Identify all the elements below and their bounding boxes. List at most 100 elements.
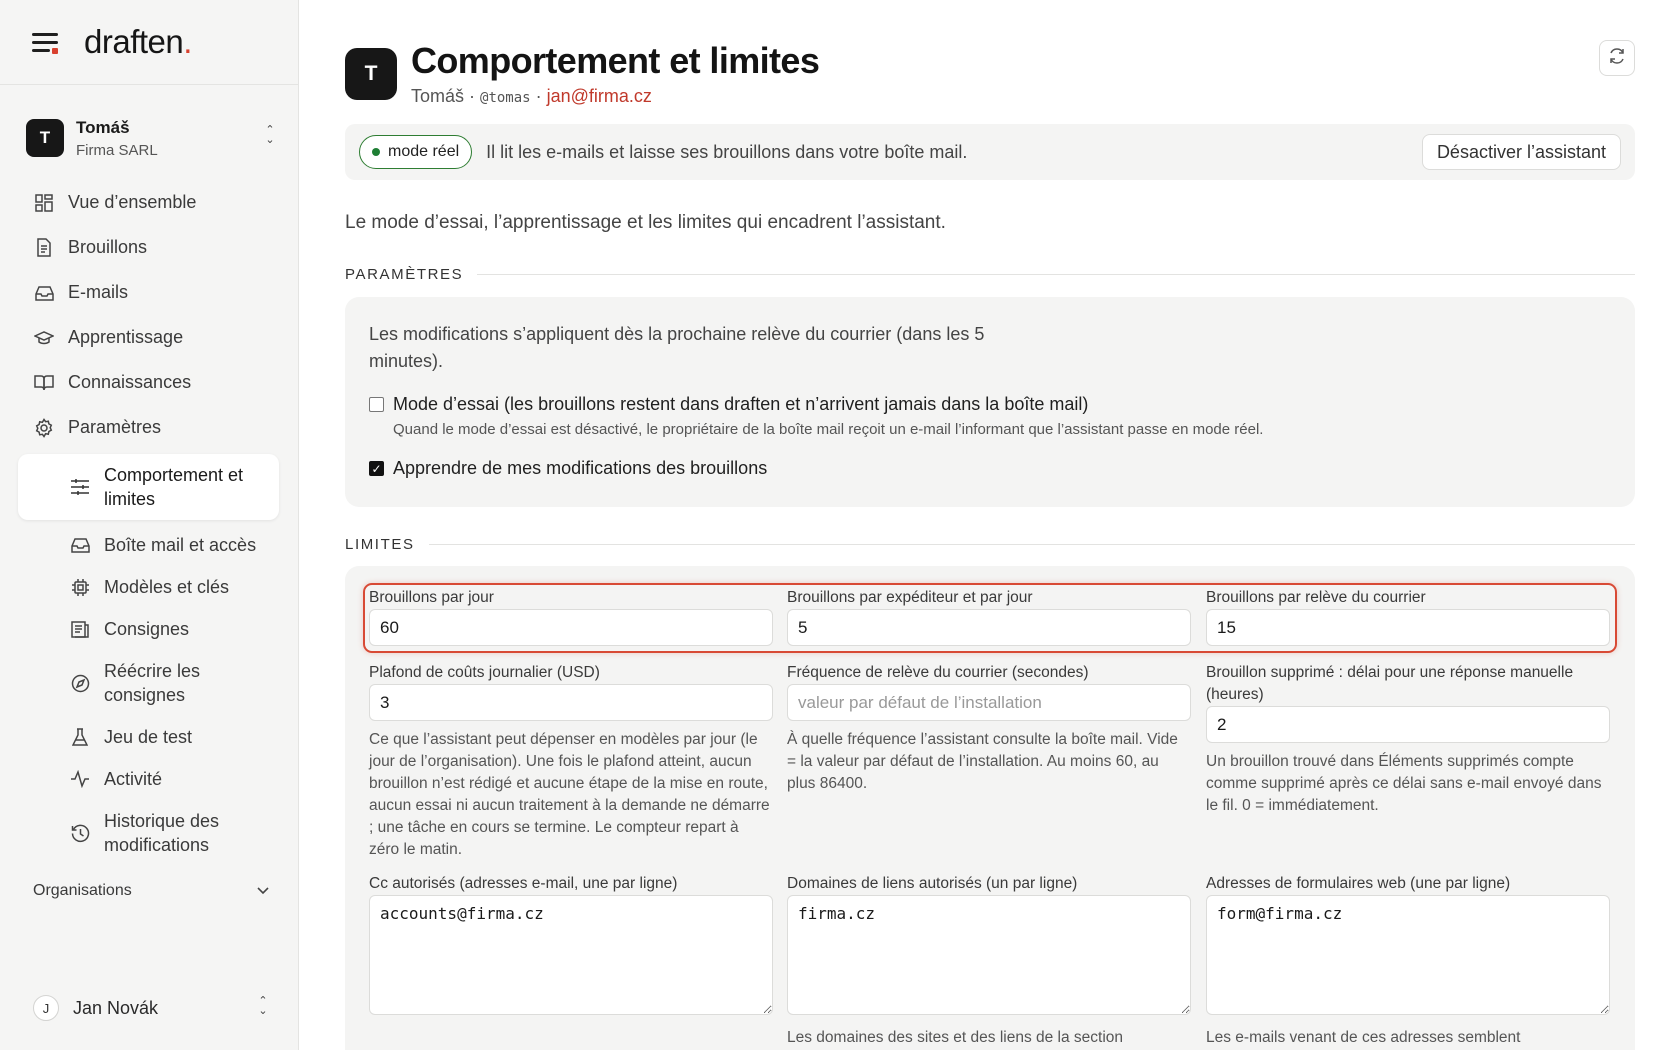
field-label: Fréquence de relève du courrier (seconde… (787, 664, 1089, 681)
mailbox-email-link[interactable]: jan@firma.cz (547, 86, 652, 106)
inbox-icon (70, 535, 90, 555)
allowed-link-domains-textarea[interactable]: firma.cz (787, 895, 1191, 1015)
field-help: À quelle fréquence l’assistant consulte … (787, 731, 1178, 792)
drafts-per-day-input[interactable] (369, 609, 773, 646)
field-help: Ce que l’assistant peut dépenser en modè… (369, 731, 770, 858)
fetch-frequency-input[interactable] (787, 684, 1191, 721)
sliders-icon (70, 477, 90, 497)
trial-mode-checkbox[interactable] (369, 397, 384, 412)
subnav-label: Activité (104, 769, 163, 789)
document-icon (34, 238, 54, 258)
allowed-link-domains-field: Domaines de liens autorisés (un par lign… (787, 873, 1191, 1049)
field-label: Brouillons par jour (369, 589, 494, 606)
web-form-addresses-textarea[interactable]: form@firma.cz (1206, 895, 1610, 1015)
status-badge: mode réel (359, 135, 473, 169)
divider (428, 544, 1635, 545)
nav-label: E-mails (68, 282, 129, 302)
nav-item-knowledge[interactable]: Connaissances (0, 360, 299, 405)
subnav-item-behavior-limits[interactable]: Comportement et limites (18, 454, 279, 520)
daily-cost-cap-input[interactable] (369, 684, 773, 721)
field-label: Plafond de coûts journalier (USD) (369, 664, 600, 681)
separator: · (464, 86, 481, 106)
status-message: Il lit les e-mails et laisse ses brouill… (486, 141, 968, 162)
subnav-item-models-keys[interactable]: Modèles et clés (0, 566, 299, 608)
drafts-per-fetch-input[interactable] (1206, 609, 1610, 646)
brand-bar: draften. (0, 0, 298, 85)
account-company: Firma SARL (76, 141, 158, 159)
learn-edits-label[interactable]: Apprendre de mes modifications des broui… (393, 458, 767, 479)
chevron-down-icon (257, 882, 269, 900)
subnav-item-activity[interactable]: Activité (0, 758, 299, 800)
field-help: Un brouillon trouvé dans Éléments suppri… (1206, 753, 1602, 814)
trial-mode-hint: Quand le mode d’essai est désactivé, le … (393, 421, 1264, 438)
drafts-per-sender-input[interactable] (787, 609, 1191, 646)
status-badge-label: mode réel (388, 143, 460, 160)
web-form-addresses-field: Adresses de formulaires web (une par lig… (1206, 873, 1610, 1049)
brand-logo[interactable]: draften. (84, 23, 192, 61)
limits-section-heading: LIMITES (345, 536, 1635, 553)
refresh-button[interactable] (1599, 40, 1635, 76)
subnav-label: Consignes (104, 619, 190, 639)
account-switcher[interactable]: T Tomáš Firma SARL ⌃ ⌄ (26, 113, 276, 163)
nav-item-settings[interactable]: Paramètres (0, 405, 299, 450)
nav-item-drafts[interactable]: Brouillons (0, 225, 299, 270)
nav-label: Vue d’ensemble (68, 192, 197, 212)
nav-item-emails[interactable]: E-mails (0, 270, 299, 315)
nav-item-learning[interactable]: Apprentissage (0, 315, 299, 360)
history-icon (70, 823, 90, 843)
settings-card: Les modifications s’appliquent dès la pr… (345, 297, 1635, 507)
nav-label: Apprentissage (68, 327, 184, 347)
flask-icon (70, 727, 90, 747)
page-header: T Comportement et limites Tomáš · @tomas… (345, 40, 1635, 110)
field-label: Adresses de formulaires web (une par lig… (1206, 875, 1511, 892)
mailbox-avatar: T (345, 48, 397, 100)
subnav-item-rewrite-instructions[interactable]: Réécrire les consignes (0, 650, 299, 716)
organisations-label: Organisations (33, 882, 132, 899)
nav-label: Connaissances (68, 372, 192, 392)
gear-icon (34, 417, 54, 438)
subnav-label: Réécrire les consignes (104, 661, 201, 705)
trial-mode-row: Mode d’essai (les brouillons restent dan… (369, 394, 1263, 438)
subnav-label: Jeu de test (104, 727, 193, 747)
subnav-label: Historique des modifications (104, 811, 220, 855)
main-nav: Vue d’ensemble Brouillons E-mails Appren… (0, 180, 299, 866)
field-label: Domaines de liens autorisés (un par lign… (787, 875, 1078, 892)
subnav-item-change-history[interactable]: Historique des modifications (0, 800, 299, 866)
menu-toggle-icon[interactable] (32, 31, 60, 54)
nav-item-overview[interactable]: Vue d’ensemble (0, 180, 299, 225)
user-menu[interactable]: J Jan Novák ⌃ ⌄ (33, 994, 269, 1022)
allowed-cc-textarea[interactable]: accounts@firma.cz (369, 895, 773, 1015)
allowed-cc-field: Cc autorisés (adresses e-mail, une par l… (369, 873, 773, 1015)
deactivate-assistant-button[interactable]: Désactiver l’assistant (1421, 134, 1621, 170)
subnav-item-instructions[interactable]: Consignes (0, 608, 299, 650)
subnav-item-mailbox-access[interactable]: Boîte mail et accès (0, 524, 299, 566)
fetch-frequency-field: Fréquence de relève du courrier (seconde… (787, 662, 1191, 795)
settings-section-heading: PARAMÈTRES (345, 266, 1635, 283)
graduation-cap-icon (34, 328, 54, 348)
chip-icon (70, 577, 90, 597)
inbox-icon (34, 283, 54, 303)
deleted-draft-delay-field: Brouillon supprimé : délai pour une répo… (1206, 662, 1610, 817)
organisations-toggle[interactable]: Organisations (33, 882, 269, 900)
deleted-draft-delay-input[interactable] (1206, 706, 1610, 743)
page-intro: Le mode d’essai, l’apprentissage et les … (345, 212, 946, 233)
limits-card: Brouillons par jour Brouillons par expéd… (345, 566, 1635, 1050)
mailbox-owner-name: Tomáš (411, 86, 465, 106)
brand-dot: . (183, 23, 192, 60)
drafts-per-day-field: Brouillons par jour (369, 587, 773, 646)
divider (477, 274, 1635, 275)
subnav-item-test-set[interactable]: Jeu de test (0, 716, 299, 758)
field-label: Cc autorisés (adresses e-mail, une par l… (369, 875, 678, 892)
drafts-per-sender-field: Brouillons par expéditeur et par jour (787, 587, 1191, 646)
trial-mode-label[interactable]: Mode d’essai (les brouillons restent dan… (393, 394, 1263, 415)
learn-edits-checkbox[interactable]: ✓ (369, 461, 384, 476)
page-title: Comportement et limites (411, 40, 820, 81)
section-title: LIMITES (345, 536, 415, 553)
daily-cost-cap-field: Plafond de coûts journalier (USD) Ce que… (369, 662, 773, 861)
account-avatar: T (26, 119, 64, 157)
status-dot-icon (372, 148, 380, 156)
user-name: Jan Novák (73, 997, 159, 1018)
compass-icon (70, 673, 90, 693)
grid-icon (34, 193, 54, 213)
nav-label: Paramètres (68, 417, 162, 437)
